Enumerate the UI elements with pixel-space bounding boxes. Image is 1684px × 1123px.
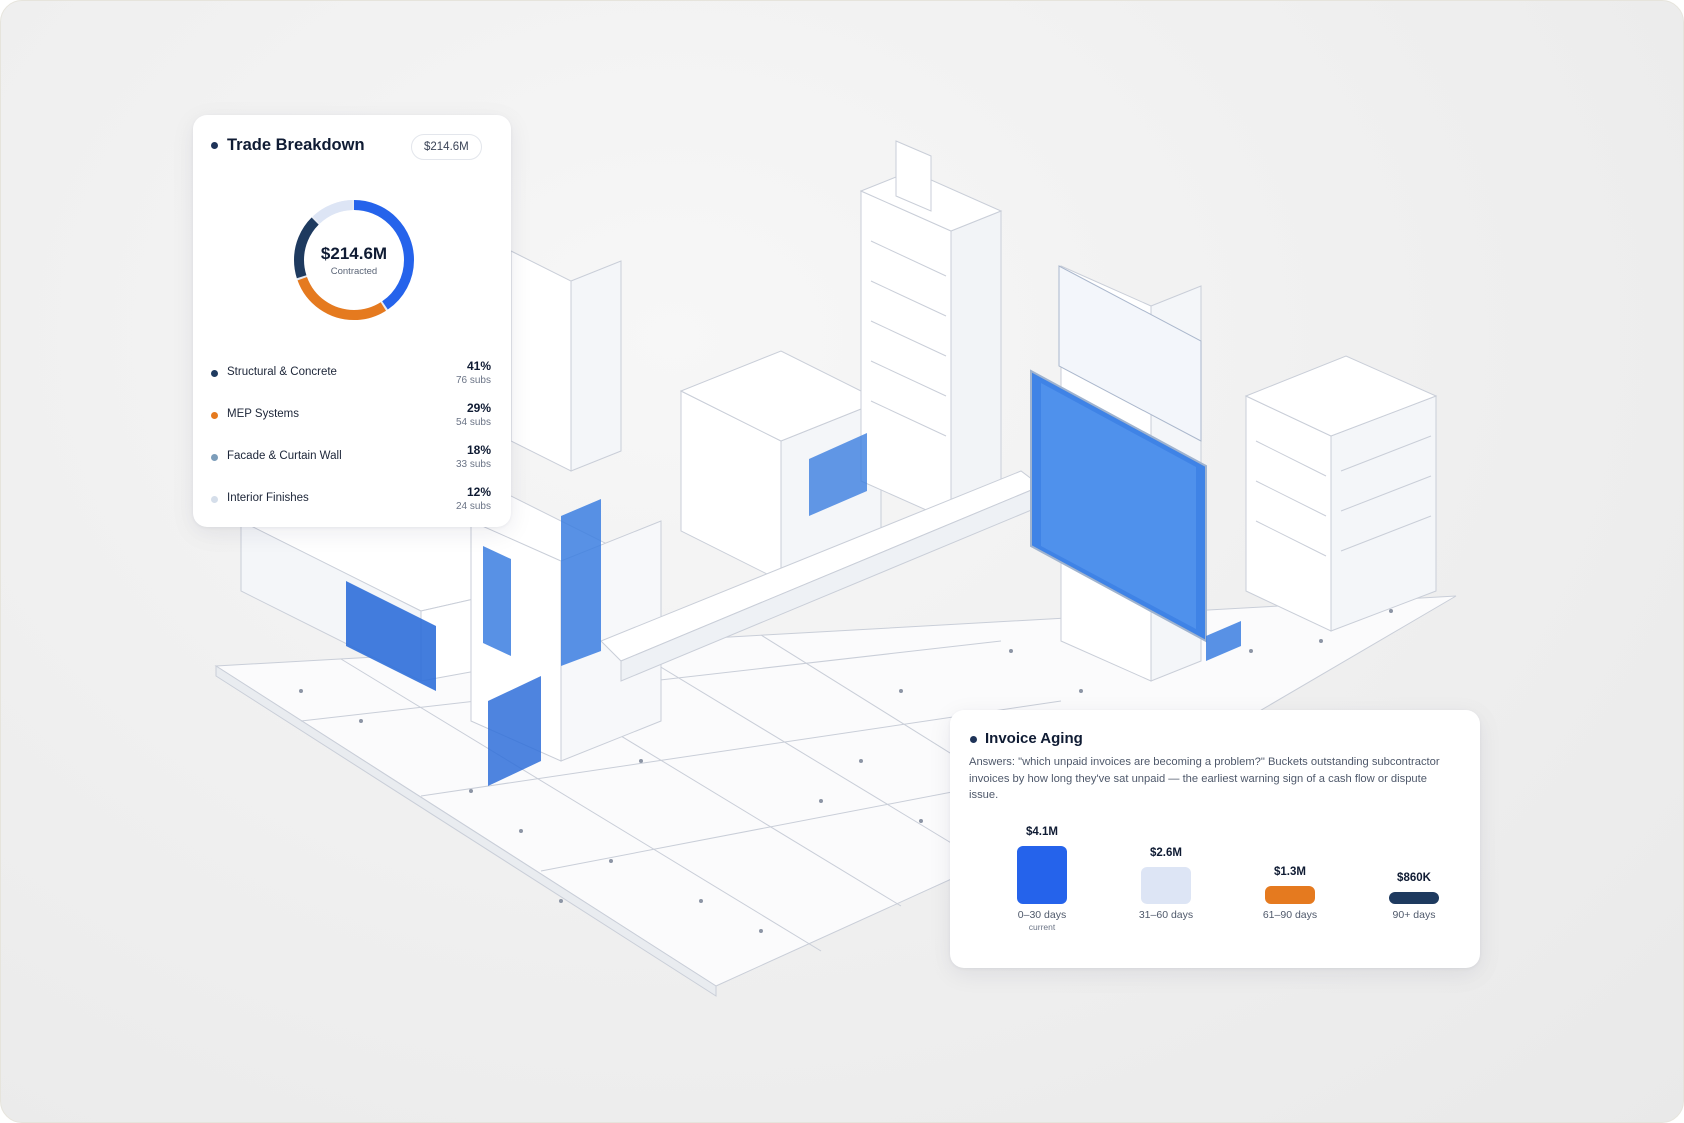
- legend-subs-count: 24 subs: [455, 501, 491, 512]
- legend-row-structural: Structural & Concrete 41% 76 subs: [211, 359, 491, 393]
- legend-dot-icon: [211, 454, 218, 461]
- bar-value-label: $860K: [1397, 871, 1431, 884]
- bar-value-label: $2.6M: [1150, 847, 1182, 860]
- bar-mark: [1389, 891, 1439, 904]
- card-title: Trade Breakdown: [227, 136, 365, 154]
- legend-subs-count: 76 subs: [455, 375, 491, 386]
- bar-value-label: $4.1M: [1026, 826, 1058, 838]
- legend-dot-icon: [211, 412, 218, 419]
- donut-center: $214.6M Contracted: [289, 195, 419, 325]
- legend-subs-count: 33 subs: [455, 459, 491, 470]
- title-dot-icon: [970, 736, 977, 743]
- bar-mark: [1141, 867, 1191, 904]
- card-title: Invoice Aging: [985, 730, 1083, 747]
- bar-category-label: 31–60 days: [1138, 909, 1194, 921]
- legend-subs-count: 54 subs: [455, 417, 491, 428]
- bar-mark: [1265, 885, 1315, 904]
- donut-center-value: $214.6M: [320, 243, 388, 263]
- legend-name: Structural & Concrete: [227, 366, 337, 378]
- aging-bar-61-90: $1.3M 61–90 days: [1228, 820, 1352, 960]
- total-contracted-pill[interactable]: $214.6M: [411, 134, 482, 160]
- bar-category-label: 61–90 days: [1262, 909, 1318, 921]
- legend-name: Interior Finishes: [227, 492, 309, 504]
- bar-mark: [1017, 846, 1067, 904]
- invoice-aging-card: Invoice Aging Answers: "which unpaid inv…: [950, 710, 1480, 968]
- legend-percent: 12%: [466, 485, 491, 499]
- legend-row-interior: Interior Finishes 12% 24 subs: [211, 485, 491, 519]
- bar-category-label: 0–30 days: [1017, 909, 1067, 921]
- aging-bar-90-plus: $860K 90+ days: [1352, 820, 1476, 960]
- legend-percent: 18%: [466, 443, 491, 457]
- title-dot-icon: [211, 142, 218, 149]
- legend-dot-icon: [211, 496, 218, 503]
- legend-row-mep: MEP Systems 29% 54 subs: [211, 401, 491, 435]
- bar-category-sublabel: current: [1028, 922, 1056, 932]
- donut-center-label: Contracted: [330, 265, 378, 277]
- page-frame: Trade Breakdown $214.6M $214.6M Contract…: [0, 0, 1684, 1123]
- invoice-aging-description: Answers: "which unpaid invoices are beco…: [969, 756, 1440, 801]
- legend-name: MEP Systems: [227, 408, 299, 420]
- aging-bar-31-60: $2.6M 31–60 days: [1104, 820, 1228, 960]
- legend-name: Facade & Curtain Wall: [227, 450, 342, 462]
- bar-value-label: $1.3M: [1274, 865, 1306, 878]
- trade-breakdown-card: Trade Breakdown $214.6M $214.6M Contract…: [193, 115, 511, 527]
- bar-category-label: 90+ days: [1392, 909, 1436, 921]
- legend-percent: 41%: [466, 359, 491, 373]
- aging-bar-0-30: $4.1M 0–30 days current: [980, 820, 1104, 960]
- legend-row-facade: Facade & Curtain Wall 18% 33 subs: [211, 443, 491, 477]
- legend-percent: 29%: [466, 401, 491, 415]
- legend-dot-icon: [211, 370, 218, 377]
